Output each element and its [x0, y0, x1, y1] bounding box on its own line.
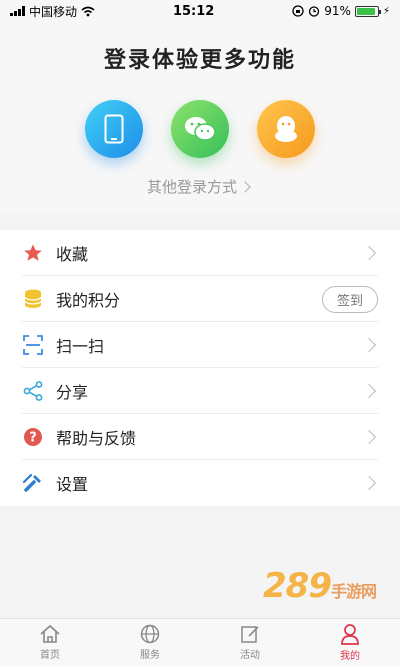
user-icon	[341, 624, 359, 645]
login-title: 登录体验更多功能	[103, 48, 296, 73]
svg-text:?: ?	[29, 431, 37, 446]
rotation-lock-icon	[292, 5, 304, 17]
other-login-label: 其他登录方式	[146, 178, 237, 196]
menu-label: 我的积分	[56, 291, 121, 310]
help-icon: ?	[22, 426, 44, 448]
other-login-link[interactable]: 其他登录方式	[147, 176, 253, 197]
menu-item-settings[interactable]: 设置	[0, 460, 400, 506]
battery-icon	[354, 5, 381, 17]
menu-item-scan[interactable]: 扫一扫	[0, 322, 400, 368]
nav-service[interactable]: 服务	[100, 619, 200, 666]
battery-fill	[356, 7, 376, 15]
chevron-right-icon	[361, 337, 377, 353]
menu-label: 收藏	[56, 245, 89, 264]
nav-activity[interactable]: 活动	[200, 619, 300, 666]
wifi-icon	[81, 6, 95, 16]
nav-home[interactable]: 首页	[0, 619, 100, 666]
chevron-right-icon	[361, 429, 377, 445]
qq-login-button[interactable]	[257, 100, 315, 158]
menu-label: 设置	[56, 475, 89, 494]
alarm-icon	[309, 6, 320, 17]
chevron-right-icon	[361, 383, 377, 399]
watermark-logo: 289手游网	[263, 566, 377, 606]
battery-percent: 91%	[324, 4, 351, 18]
menu-label: 帮助与反馈	[56, 429, 137, 448]
charging-icon: ⚡	[382, 5, 390, 17]
menu-item-help[interactable]: ? 帮助与反馈	[0, 414, 400, 460]
carrier-label: 中国移动	[29, 4, 78, 19]
bottom-nav: 首页 服务 活动 我的	[0, 618, 400, 666]
qq-icon	[275, 116, 297, 142]
chevron-right-icon	[239, 180, 251, 193]
phone-icon	[104, 114, 124, 144]
menu-label: 分享	[56, 383, 89, 402]
nav-label: 首页	[40, 650, 60, 661]
phone-login-button[interactable]	[85, 100, 143, 158]
nav-label: 我的	[340, 651, 360, 662]
watermark-suffix: 手游网	[330, 582, 377, 601]
home-icon	[40, 624, 60, 643]
edit-icon	[241, 626, 259, 643]
status-bar: 中国移动 15:12 91% ⚡	[0, 0, 400, 22]
nav-label: 活动	[240, 650, 260, 661]
signal-icon	[10, 6, 25, 16]
login-area: 登录体验更多功能 其他登录方式	[0, 22, 400, 212]
nav-label: 服务	[140, 650, 160, 661]
coins-icon	[22, 288, 44, 310]
login-options	[0, 100, 400, 158]
wrench-icon	[22, 472, 44, 494]
scan-icon	[22, 334, 44, 356]
share-icon	[22, 380, 44, 402]
chevron-right-icon	[361, 245, 377, 261]
menu-item-favorites[interactable]: 收藏	[0, 230, 400, 276]
checkin-button[interactable]: 签到	[321, 285, 378, 313]
watermark-text: 289	[263, 566, 332, 606]
nav-mine[interactable]: 我的	[300, 619, 400, 666]
status-right: 91% ⚡	[292, 4, 390, 18]
wechat-login-button[interactable]	[171, 100, 229, 158]
wechat-icon	[185, 117, 216, 141]
status-left: 中国移动	[10, 3, 95, 20]
chevron-right-icon	[361, 475, 377, 491]
menu-label: 扫一扫	[56, 337, 105, 356]
menu-list: 收藏 我的积分 签到 扫一扫 分享 ? 帮助与反馈 设置	[0, 230, 400, 506]
star-icon	[22, 242, 44, 264]
menu-item-points[interactable]: 我的积分 签到	[0, 276, 400, 322]
globe-icon	[140, 624, 160, 644]
menu-item-share[interactable]: 分享	[0, 368, 400, 414]
status-time: 15:12	[172, 3, 215, 19]
